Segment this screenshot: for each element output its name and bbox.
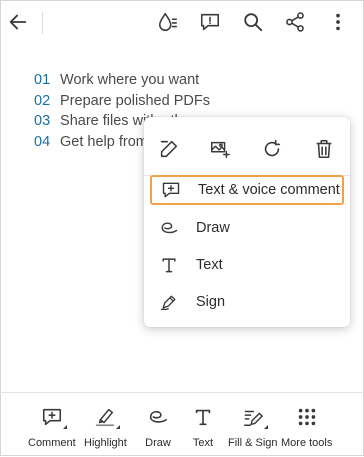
sign-icon [154,287,184,317]
tool-more-tools[interactable]: More tools [281,405,332,449]
tool-label: Text [192,437,214,449]
fill-sign-icon [240,405,268,429]
top-toolbar [0,0,364,44]
delete-icon[interactable] [311,136,337,162]
text-icon [190,405,216,429]
more-vertical-icon[interactable] [324,8,352,36]
menu-item-label: Draw [196,220,230,236]
tool-draw[interactable]: Draw [145,405,171,449]
list-text: Work where you want [60,72,200,88]
text-icon [154,250,184,280]
tool-label: Draw [145,437,171,449]
menu-item-label: Text & voice comment [198,182,340,198]
menu-item-draw[interactable]: Draw [150,213,344,243]
list-number: 01 [34,72,51,88]
context-menu: Text & voice comment Draw Text Sign [144,117,350,327]
highlight-icon [92,405,121,429]
tool-label: Comment [28,437,76,449]
add-image-icon[interactable] [207,136,233,162]
list-number: 03 [34,113,51,129]
tool-highlight[interactable]: Highlight [84,405,127,449]
draw-icon [154,213,184,243]
share-icon[interactable] [281,8,309,36]
comment-plus-icon [156,175,186,205]
tool-comment[interactable]: Comment [28,405,76,449]
submenu-indicator [62,425,67,429]
context-menu-actions [144,131,350,167]
list-item: 02 Prepare polished PDFs [34,93,210,114]
read-aloud-icon[interactable] [154,8,182,36]
toolbar-divider [42,12,43,34]
comments-icon[interactable] [196,8,224,36]
rotate-icon[interactable] [259,136,285,162]
submenu-indicator [116,425,121,429]
list-text: Prepare polished PDFs [60,92,210,109]
menu-item-sign[interactable]: Sign [150,287,344,317]
submenu-indicator [263,425,268,429]
menu-item-text[interactable]: Text [150,250,344,280]
menu-item-label: Text [196,257,223,273]
comment-icon [39,405,67,429]
edit-icon[interactable] [156,136,182,162]
tool-text[interactable]: Text [190,405,216,449]
more-tools-icon [294,405,320,429]
tool-label: More tools [281,437,333,449]
tool-label: Highlight [84,437,127,449]
menu-item-text-voice-comment[interactable]: Text & voice comment [150,175,344,205]
back-arrow-icon[interactable] [4,8,32,36]
list-number: 02 [34,92,51,109]
tool-label: Fill & Sign [228,437,278,449]
tool-fill-sign[interactable]: Fill & Sign [228,405,278,449]
list-text: Get help from [60,133,148,150]
menu-item-label: Sign [196,294,226,310]
search-icon[interactable] [239,8,267,36]
bottom-toolbar: Comment Highlight Draw Text Fill & Sign … [0,392,364,457]
list-item: 01 Work where you want [34,72,210,93]
list-number: 04 [34,133,51,150]
draw-icon [145,405,171,429]
